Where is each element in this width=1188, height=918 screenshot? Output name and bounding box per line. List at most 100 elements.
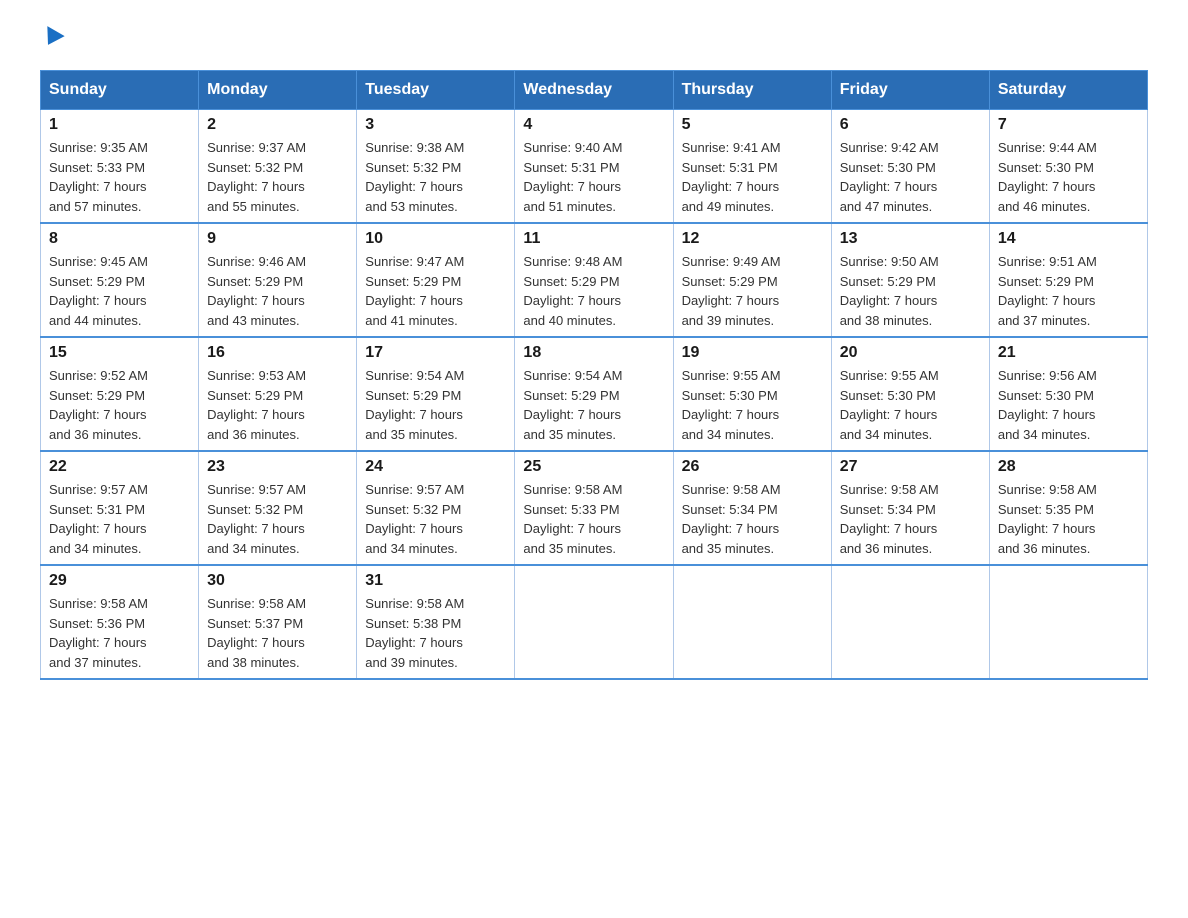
calendar-cell: 26 Sunrise: 9:58 AMSunset: 5:34 PMDaylig… (673, 451, 831, 565)
day-info: Sunrise: 9:41 AMSunset: 5:31 PMDaylight:… (682, 140, 781, 214)
calendar-cell (989, 565, 1147, 679)
day-number: 22 (49, 458, 190, 476)
calendar-week-row: 22 Sunrise: 9:57 AMSunset: 5:31 PMDaylig… (41, 451, 1148, 565)
calendar-cell: 3 Sunrise: 9:38 AMSunset: 5:32 PMDayligh… (357, 110, 515, 224)
day-number: 17 (365, 344, 506, 362)
day-info: Sunrise: 9:58 AMSunset: 5:33 PMDaylight:… (523, 482, 622, 556)
day-number: 13 (840, 230, 981, 248)
day-info: Sunrise: 9:44 AMSunset: 5:30 PMDaylight:… (998, 140, 1097, 214)
day-info: Sunrise: 9:58 AMSunset: 5:37 PMDaylight:… (207, 596, 306, 670)
day-info: Sunrise: 9:56 AMSunset: 5:30 PMDaylight:… (998, 368, 1097, 442)
day-header-wednesday: Wednesday (515, 71, 673, 110)
day-info: Sunrise: 9:54 AMSunset: 5:29 PMDaylight:… (523, 368, 622, 442)
day-info: Sunrise: 9:54 AMSunset: 5:29 PMDaylight:… (365, 368, 464, 442)
day-number: 26 (682, 458, 823, 476)
day-info: Sunrise: 9:58 AMSunset: 5:34 PMDaylight:… (840, 482, 939, 556)
calendar-cell: 10 Sunrise: 9:47 AMSunset: 5:29 PMDaylig… (357, 223, 515, 337)
day-header-thursday: Thursday (673, 71, 831, 110)
day-number: 19 (682, 344, 823, 362)
calendar-cell: 28 Sunrise: 9:58 AMSunset: 5:35 PMDaylig… (989, 451, 1147, 565)
calendar-week-row: 8 Sunrise: 9:45 AMSunset: 5:29 PMDayligh… (41, 223, 1148, 337)
day-info: Sunrise: 9:55 AMSunset: 5:30 PMDaylight:… (682, 368, 781, 442)
day-number: 15 (49, 344, 190, 362)
calendar-table: SundayMondayTuesdayWednesdayThursdayFrid… (40, 70, 1148, 680)
day-info: Sunrise: 9:42 AMSunset: 5:30 PMDaylight:… (840, 140, 939, 214)
day-number: 29 (49, 572, 190, 590)
day-header-monday: Monday (199, 71, 357, 110)
calendar-cell: 18 Sunrise: 9:54 AMSunset: 5:29 PMDaylig… (515, 337, 673, 451)
day-number: 6 (840, 116, 981, 134)
calendar-week-row: 1 Sunrise: 9:35 AMSunset: 5:33 PMDayligh… (41, 110, 1148, 224)
calendar-cell: 22 Sunrise: 9:57 AMSunset: 5:31 PMDaylig… (41, 451, 199, 565)
day-number: 20 (840, 344, 981, 362)
day-number: 30 (207, 572, 348, 590)
day-info: Sunrise: 9:51 AMSunset: 5:29 PMDaylight:… (998, 254, 1097, 328)
calendar-cell: 24 Sunrise: 9:57 AMSunset: 5:32 PMDaylig… (357, 451, 515, 565)
day-info: Sunrise: 9:35 AMSunset: 5:33 PMDaylight:… (49, 140, 148, 214)
day-info: Sunrise: 9:57 AMSunset: 5:31 PMDaylight:… (49, 482, 148, 556)
calendar-cell: 13 Sunrise: 9:50 AMSunset: 5:29 PMDaylig… (831, 223, 989, 337)
calendar-header-row: SundayMondayTuesdayWednesdayThursdayFrid… (41, 71, 1148, 110)
calendar-cell: 15 Sunrise: 9:52 AMSunset: 5:29 PMDaylig… (41, 337, 199, 451)
calendar-cell: 4 Sunrise: 9:40 AMSunset: 5:31 PMDayligh… (515, 110, 673, 224)
calendar-cell: 27 Sunrise: 9:58 AMSunset: 5:34 PMDaylig… (831, 451, 989, 565)
calendar-cell: 21 Sunrise: 9:56 AMSunset: 5:30 PMDaylig… (989, 337, 1147, 451)
calendar-cell: 17 Sunrise: 9:54 AMSunset: 5:29 PMDaylig… (357, 337, 515, 451)
calendar-cell: 6 Sunrise: 9:42 AMSunset: 5:30 PMDayligh… (831, 110, 989, 224)
day-number: 28 (998, 458, 1139, 476)
calendar-week-row: 29 Sunrise: 9:58 AMSunset: 5:36 PMDaylig… (41, 565, 1148, 679)
day-info: Sunrise: 9:37 AMSunset: 5:32 PMDaylight:… (207, 140, 306, 214)
calendar-cell: 12 Sunrise: 9:49 AMSunset: 5:29 PMDaylig… (673, 223, 831, 337)
day-number: 16 (207, 344, 348, 362)
day-number: 1 (49, 116, 190, 134)
day-info: Sunrise: 9:40 AMSunset: 5:31 PMDaylight:… (523, 140, 622, 214)
calendar-cell: 1 Sunrise: 9:35 AMSunset: 5:33 PMDayligh… (41, 110, 199, 224)
calendar-cell: 19 Sunrise: 9:55 AMSunset: 5:30 PMDaylig… (673, 337, 831, 451)
day-header-friday: Friday (831, 71, 989, 110)
calendar-week-row: 15 Sunrise: 9:52 AMSunset: 5:29 PMDaylig… (41, 337, 1148, 451)
day-number: 21 (998, 344, 1139, 362)
calendar-cell: 23 Sunrise: 9:57 AMSunset: 5:32 PMDaylig… (199, 451, 357, 565)
day-info: Sunrise: 9:38 AMSunset: 5:32 PMDaylight:… (365, 140, 464, 214)
calendar-cell (515, 565, 673, 679)
calendar-cell: 30 Sunrise: 9:58 AMSunset: 5:37 PMDaylig… (199, 565, 357, 679)
calendar-cell: 7 Sunrise: 9:44 AMSunset: 5:30 PMDayligh… (989, 110, 1147, 224)
day-number: 24 (365, 458, 506, 476)
calendar-cell (673, 565, 831, 679)
calendar-cell: 11 Sunrise: 9:48 AMSunset: 5:29 PMDaylig… (515, 223, 673, 337)
logo-triangle-icon (39, 26, 64, 50)
day-info: Sunrise: 9:52 AMSunset: 5:29 PMDaylight:… (49, 368, 148, 442)
day-info: Sunrise: 9:53 AMSunset: 5:29 PMDaylight:… (207, 368, 306, 442)
day-number: 23 (207, 458, 348, 476)
calendar-cell: 20 Sunrise: 9:55 AMSunset: 5:30 PMDaylig… (831, 337, 989, 451)
day-number: 27 (840, 458, 981, 476)
calendar-cell: 29 Sunrise: 9:58 AMSunset: 5:36 PMDaylig… (41, 565, 199, 679)
day-info: Sunrise: 9:50 AMSunset: 5:29 PMDaylight:… (840, 254, 939, 328)
day-number: 11 (523, 230, 664, 248)
day-info: Sunrise: 9:58 AMSunset: 5:38 PMDaylight:… (365, 596, 464, 670)
day-number: 10 (365, 230, 506, 248)
day-number: 4 (523, 116, 664, 134)
calendar-cell: 9 Sunrise: 9:46 AMSunset: 5:29 PMDayligh… (199, 223, 357, 337)
day-number: 31 (365, 572, 506, 590)
calendar-cell: 31 Sunrise: 9:58 AMSunset: 5:38 PMDaylig… (357, 565, 515, 679)
day-number: 12 (682, 230, 823, 248)
day-number: 7 (998, 116, 1139, 134)
day-number: 9 (207, 230, 348, 248)
day-number: 2 (207, 116, 348, 134)
day-info: Sunrise: 9:58 AMSunset: 5:36 PMDaylight:… (49, 596, 148, 670)
calendar-cell: 8 Sunrise: 9:45 AMSunset: 5:29 PMDayligh… (41, 223, 199, 337)
day-header-sunday: Sunday (41, 71, 199, 110)
page-header (40, 30, 1148, 50)
day-info: Sunrise: 9:49 AMSunset: 5:29 PMDaylight:… (682, 254, 781, 328)
calendar-cell: 2 Sunrise: 9:37 AMSunset: 5:32 PMDayligh… (199, 110, 357, 224)
day-info: Sunrise: 9:47 AMSunset: 5:29 PMDaylight:… (365, 254, 464, 328)
day-number: 8 (49, 230, 190, 248)
day-info: Sunrise: 9:58 AMSunset: 5:34 PMDaylight:… (682, 482, 781, 556)
calendar-cell (831, 565, 989, 679)
day-number: 3 (365, 116, 506, 134)
day-info: Sunrise: 9:46 AMSunset: 5:29 PMDaylight:… (207, 254, 306, 328)
day-info: Sunrise: 9:48 AMSunset: 5:29 PMDaylight:… (523, 254, 622, 328)
day-info: Sunrise: 9:45 AMSunset: 5:29 PMDaylight:… (49, 254, 148, 328)
day-number: 25 (523, 458, 664, 476)
